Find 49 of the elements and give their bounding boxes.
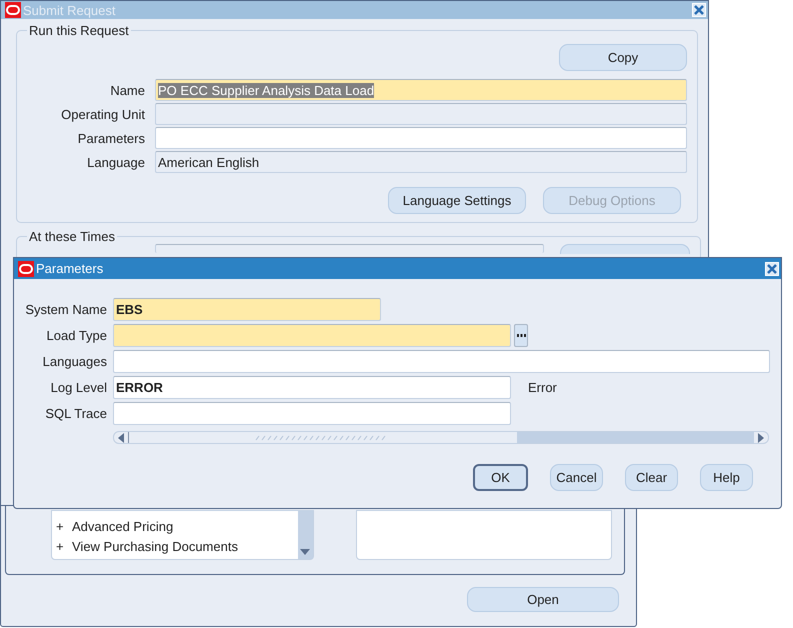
field-label: Log Level [50,380,107,395]
input-field[interactable]: EBS [113,298,381,321]
cancel-button[interactable]: Cancel [550,464,603,491]
scroll-bar[interactable] [113,431,769,444]
field-description: Error [528,380,557,395]
text-area[interactable] [356,510,612,560]
input-field[interactable] [155,244,544,253]
clear-button[interactable]: Clear [625,464,678,491]
logo-icon [18,260,34,276]
window-title: Parameters [36,261,104,276]
field-label: System Name [24,302,107,317]
section-title: At these Times [28,229,116,244]
input-field[interactable]: PO ECC Supplier Analysis Data Load [155,79,687,101]
input-field[interactable] [113,324,511,347]
scroll-bar[interactable] [298,511,312,559]
close-icon [766,262,778,274]
left-arrow-icon [118,432,124,442]
close-button[interactable] [692,3,706,17]
tree-item[interactable]: + Advanced Pricing [56,516,298,536]
open-button[interactable]: Open [467,587,619,612]
list-of-values-button[interactable] [514,324,528,347]
field-label: Load Type [46,328,107,343]
down-arrow-icon [300,549,310,555]
schedule-button[interactable] [560,244,690,254]
input-field[interactable] [113,350,770,373]
right-arrow-icon [758,432,764,442]
input-field[interactable]: American English [155,151,687,173]
ok-button[interactable]: OK [473,464,528,491]
input-field[interactable] [155,127,687,149]
tree-item[interactable]: + View Purchasing Documents [56,536,298,556]
close-icon [693,4,705,16]
language-settings-button[interactable]: Language Settings [388,187,526,214]
window-title: Submit Request [23,2,116,18]
section-title: Run this Request [28,23,130,38]
field-label: SQL Trace [44,406,107,421]
input-field[interactable] [113,402,511,425]
field-label: Name [109,82,145,98]
input-field[interactable] [155,103,687,125]
field-label: Operating Unit [60,106,145,122]
field-label: Parameters [76,130,145,146]
grip-icon [255,434,387,442]
close-button[interactable] [765,262,779,276]
input-field[interactable]: ERROR [113,376,511,399]
field-label: Language [86,154,145,170]
copy-button[interactable]: Copy [559,44,687,71]
ellipsis-icon [516,334,526,337]
logo-icon [5,2,21,18]
field-label: Languages [42,354,107,369]
help-button[interactable]: Help [700,464,753,491]
